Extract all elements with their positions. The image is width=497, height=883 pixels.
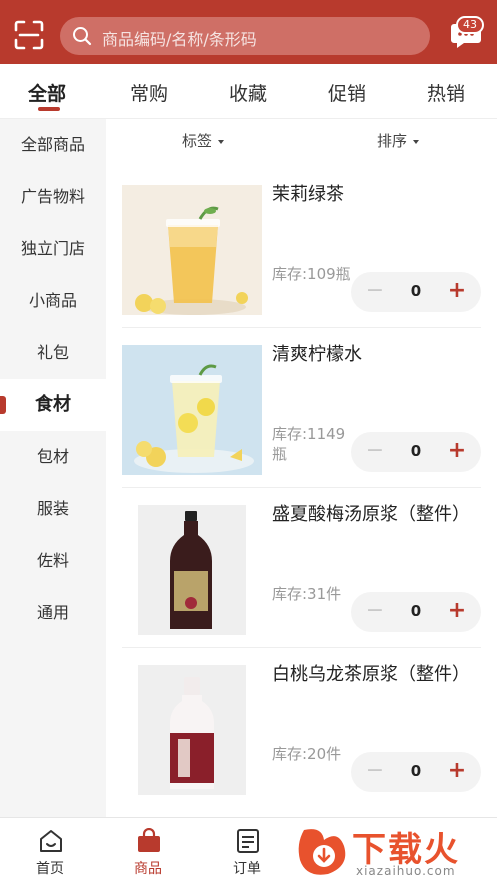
product-card[interactable]: 清爽柠檬水 库存:1149瓶 − 0 + — [106, 328, 497, 488]
product-image-jasmine-tea — [122, 185, 262, 315]
plus-button[interactable]: + — [445, 600, 469, 624]
tab-promotion[interactable]: 促销 — [328, 79, 366, 106]
product-card[interactable]: 茉莉绿茶 库存:109瓶 − 0 + — [106, 168, 497, 328]
nav-home[interactable]: 首页 — [0, 818, 100, 883]
caret-down-icon — [413, 139, 420, 144]
quantity-value[interactable]: 0 — [399, 442, 433, 460]
minus-button[interactable]: − — [363, 760, 387, 784]
sidebar-item-small-goods[interactable]: 小商品 — [0, 275, 106, 327]
nav-products[interactable]: 商品 — [98, 818, 198, 883]
product-stock: 库存:1149瓶 — [272, 425, 346, 463]
shopping-bag-icon — [138, 828, 160, 852]
sidebar-item-clothing[interactable]: 服装 — [0, 483, 106, 535]
product-card[interactable]: 白桃乌龙茶原浆（整件） 库存:20件 − 0 + — [106, 648, 497, 808]
category-sidebar: 全部商品 广告物料 独立门店 小商品 礼包 食材 包材 服装 佐料 通用 — [0, 119, 106, 817]
filter-bar: 标签 排序 — [106, 119, 497, 163]
caret-down-icon — [218, 139, 225, 144]
active-tab-indicator — [38, 107, 60, 111]
product-stock: 库存:109瓶 — [272, 265, 351, 283]
product-stock: 库存:31件 — [272, 585, 342, 603]
active-category-marker — [0, 396, 6, 414]
product-stock: 库存:20件 — [272, 745, 342, 763]
sidebar-item-packaging[interactable]: 包材 — [0, 431, 106, 483]
nav-label: 首页 — [36, 861, 64, 877]
flame-logo-icon — [298, 829, 346, 875]
quantity-stepper: − 0 + — [351, 432, 481, 472]
sort-filter[interactable]: 排序 — [377, 130, 420, 151]
search-input[interactable]: 商品编码/名称/条形码 — [60, 17, 430, 55]
tab-frequent[interactable]: 常购 — [130, 79, 168, 106]
plus-button[interactable]: + — [445, 280, 469, 304]
nav-label: 商品 — [134, 861, 162, 877]
quantity-value[interactable]: 0 — [399, 602, 433, 620]
sort-filter-label: 排序 — [377, 132, 408, 150]
product-name: 白桃乌龙茶原浆（整件） — [272, 664, 470, 685]
app-header: 商品编码/名称/条形码 43 — [0, 0, 497, 64]
quantity-stepper: − 0 + — [351, 752, 481, 792]
quantity-value[interactable]: 0 — [399, 282, 433, 300]
minus-button[interactable]: − — [363, 440, 387, 464]
nav-label: 订单 — [233, 861, 261, 877]
product-image-plum-syrup — [122, 505, 262, 635]
minus-button[interactable]: − — [363, 600, 387, 624]
sidebar-item-general[interactable]: 通用 — [0, 587, 106, 639]
sidebar-item-all-products[interactable]: 全部商品 — [0, 119, 106, 171]
message-badge: 43 — [456, 16, 484, 34]
quantity-stepper: − 0 + — [351, 592, 481, 632]
tag-filter-label: 标签 — [182, 132, 213, 150]
plus-button[interactable]: + — [445, 440, 469, 464]
home-icon — [40, 830, 62, 852]
tag-filter[interactable]: 标签 — [182, 130, 225, 151]
product-name: 茉莉绿茶 — [272, 184, 344, 205]
sidebar-item-ingredients[interactable]: 食材 — [0, 379, 106, 431]
product-image-peach-oolong — [122, 665, 262, 795]
category-tabs: 全部 常购 收藏 促销 热销 — [0, 64, 497, 119]
search-icon — [73, 27, 92, 46]
scan-icon[interactable] — [14, 20, 44, 50]
tab-all[interactable]: 全部 — [28, 79, 66, 106]
plus-button[interactable]: + — [445, 760, 469, 784]
sidebar-item-independent-stores[interactable]: 独立门店 — [0, 223, 106, 275]
product-name: 盛夏酸梅汤原浆（整件） — [272, 504, 470, 525]
product-image-lemonade — [122, 345, 262, 475]
sidebar-item-label: 食材 — [35, 394, 71, 415]
minus-button[interactable]: − — [363, 280, 387, 304]
product-card[interactable]: 盛夏酸梅汤原浆（整件） 库存:31件 − 0 + — [106, 488, 497, 648]
quantity-value[interactable]: 0 — [399, 762, 433, 780]
watermark-logo: 下载火 xiazaihuo.com — [294, 820, 494, 880]
sidebar-item-ad-materials[interactable]: 广告物料 — [0, 171, 106, 223]
sidebar-item-seasonings[interactable]: 佐料 — [0, 535, 106, 587]
search-placeholder: 商品编码/名称/条形码 — [102, 30, 257, 49]
nav-orders[interactable]: 订单 — [197, 818, 297, 883]
watermark-url: xiazaihuo.com — [356, 864, 456, 878]
sidebar-item-gift-packs[interactable]: 礼包 — [0, 327, 106, 379]
product-name: 清爽柠檬水 — [272, 344, 362, 365]
order-list-icon — [237, 829, 259, 853]
tab-favorites[interactable]: 收藏 — [229, 79, 267, 106]
quantity-stepper: − 0 + — [351, 272, 481, 312]
tab-hot[interactable]: 热销 — [427, 79, 465, 106]
